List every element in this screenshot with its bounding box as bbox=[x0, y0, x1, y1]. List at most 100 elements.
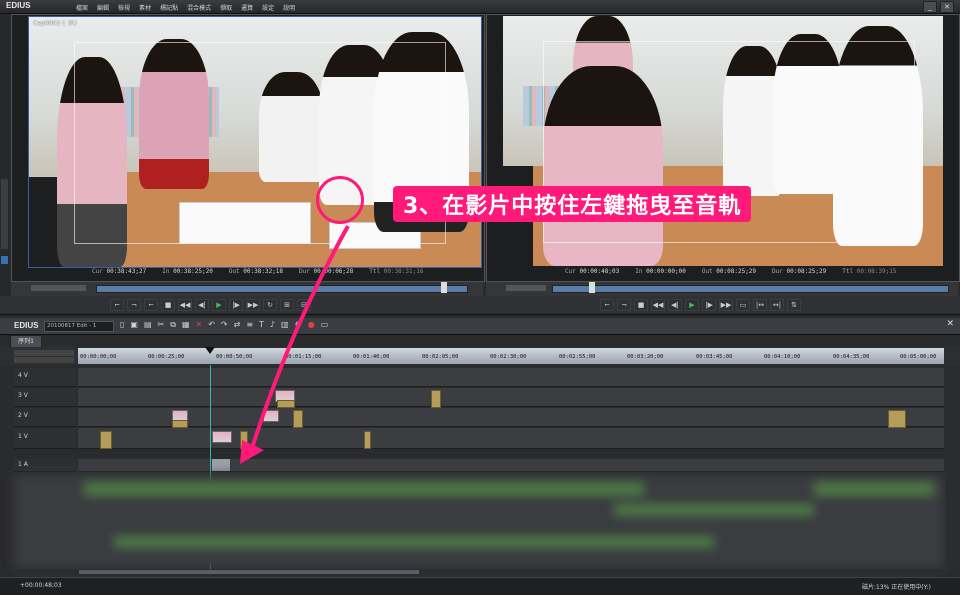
zoom-slider[interactable] bbox=[14, 350, 74, 356]
ruler-tick: 00:03:45;00 bbox=[696, 354, 733, 360]
track-3v[interactable] bbox=[78, 388, 944, 407]
drag-arrow bbox=[240, 225, 350, 464]
clip[interactable] bbox=[888, 410, 906, 428]
menu-item-clip[interactable]: 素材 bbox=[139, 3, 151, 12]
clip-thumbnail-dragged[interactable] bbox=[212, 431, 232, 443]
recorder-screen[interactable] bbox=[503, 16, 943, 266]
rec-step-forward-icon[interactable]: |▶ bbox=[702, 299, 716, 311]
rec-rewind-icon[interactable]: ◀◀ bbox=[651, 299, 665, 311]
rec-set-in-icon[interactable]: ⌐ bbox=[600, 299, 614, 311]
save-icon[interactable]: ▤ bbox=[144, 320, 152, 330]
cut-icon[interactable]: ✂ bbox=[158, 320, 165, 330]
open-icon[interactable]: ▣ bbox=[130, 320, 138, 330]
delete-icon[interactable]: ✕ bbox=[196, 320, 203, 330]
audio-drop-target[interactable] bbox=[212, 459, 230, 471]
rec-fast-forward-icon[interactable]: ▶▶ bbox=[719, 299, 733, 311]
menu-item-file[interactable]: 檔案 bbox=[76, 3, 88, 12]
status-bar: +00:00:48;03 磁片:13% 正在使用中(Y:) bbox=[0, 577, 960, 595]
status-disk: 磁片:13% 正在使用中(Y:) bbox=[862, 584, 931, 591]
panel-scroll[interactable] bbox=[1, 179, 8, 249]
tutorial-caption: 3、在影片中按住左鍵拖曳至音軌 bbox=[393, 186, 752, 222]
recorder-transport: ⌐ ¬ ■ ◀◀ ◀| ▶ |▶ ▶▶ ▭ |↔ ↔| ⇅ bbox=[600, 299, 801, 311]
rec-play-icon[interactable]: ▶ bbox=[685, 299, 699, 311]
rec-trim-2-icon[interactable]: ↔| bbox=[770, 299, 784, 311]
timeline-title-bar: EDIUS 20100817 Edit - 1 ▯ ▣ ▤ ✂ ⧉ ▦ ✕ ↶ … bbox=[0, 318, 960, 335]
zoom-slider-2[interactable] bbox=[14, 357, 74, 363]
menu-bar: EDIUS 檔案 編輯 檢視 素材 標記點 混合模式 擷取 遷算 設定 說明 _… bbox=[0, 0, 960, 14]
blurred-clip bbox=[614, 504, 814, 516]
set-out-2-icon[interactable]: ⌐ bbox=[144, 299, 158, 311]
rec-stop-icon[interactable]: ■ bbox=[634, 299, 648, 311]
clip[interactable] bbox=[431, 390, 441, 408]
menu-item-edit[interactable]: 編輯 bbox=[97, 3, 109, 12]
track-header-1a[interactable]: 1 A bbox=[14, 459, 76, 472]
track-1a[interactable] bbox=[78, 459, 944, 472]
new-sequence-icon[interactable]: ▯ bbox=[120, 320, 124, 330]
player-jog[interactable] bbox=[31, 285, 86, 291]
track-2v[interactable] bbox=[78, 408, 944, 427]
clip[interactable] bbox=[364, 431, 371, 449]
menu-item-view[interactable]: 檢視 bbox=[118, 3, 130, 12]
stop-icon[interactable]: ■ bbox=[161, 299, 175, 311]
recorder-jog[interactable] bbox=[506, 285, 546, 291]
track-1v[interactable] bbox=[78, 428, 944, 449]
ruler-tick: 00:00:00;00 bbox=[80, 354, 117, 360]
paste-icon[interactable]: ▦ bbox=[182, 320, 190, 330]
set-out-icon[interactable]: ¬ bbox=[127, 299, 141, 311]
menu-item-capture[interactable]: 擷取 bbox=[220, 3, 232, 12]
hscroll-thumb[interactable] bbox=[79, 570, 419, 574]
rec-trim-icon[interactable]: |↔ bbox=[753, 299, 767, 311]
recorder-cur: 00:00:48;03 bbox=[579, 268, 620, 275]
ruler-tick: 00:03:20;00 bbox=[627, 354, 664, 360]
status-timecode: +00:00:48;03 bbox=[20, 582, 62, 589]
close-icon[interactable]: ✕ bbox=[940, 1, 954, 13]
track-header-3v[interactable]: 3 V bbox=[14, 388, 76, 407]
timeline-ruler-row: 00:00:00;00 00:00:25;00 00:00:50;00 00:0… bbox=[0, 347, 960, 365]
window-controls: _ ✕ bbox=[923, 1, 954, 13]
playhead-marker[interactable] bbox=[205, 347, 215, 354]
copy-icon[interactable]: ⧉ bbox=[170, 320, 176, 330]
track-4v[interactable] bbox=[78, 368, 944, 387]
drag-point-circle bbox=[316, 176, 364, 224]
timeline-hscroll[interactable] bbox=[14, 569, 944, 575]
clip[interactable] bbox=[100, 431, 112, 449]
menu-item-render[interactable]: 遷算 bbox=[241, 3, 253, 12]
menu-item-help[interactable]: 說明 bbox=[283, 3, 295, 12]
track-header-1v[interactable]: 1 V bbox=[14, 428, 76, 449]
menu-item-settings[interactable]: 設定 bbox=[262, 3, 274, 12]
recorder-out: 00:08:25;29 bbox=[716, 268, 757, 275]
ruler-tick: 00:00:25;00 bbox=[148, 354, 185, 360]
track-header-4v[interactable]: 4 V bbox=[14, 368, 76, 387]
app-logo: EDIUS bbox=[6, 1, 31, 10]
blurred-tracks bbox=[14, 474, 944, 569]
timeline-close-icon[interactable]: ✕ bbox=[946, 319, 954, 329]
menu-item-marker[interactable]: 標記點 bbox=[160, 3, 178, 12]
recorder-scrub-bar bbox=[486, 281, 958, 297]
left-panel-edge bbox=[0, 14, 10, 314]
rec-set-out-icon[interactable]: ¬ bbox=[617, 299, 631, 311]
rewind-icon[interactable]: ◀◀ bbox=[178, 299, 192, 311]
player-cur: 00:38:43;27 bbox=[106, 268, 147, 275]
menu-item-mode[interactable]: 混合模式 bbox=[187, 3, 211, 12]
track-divider bbox=[78, 449, 944, 457]
timeline-vscroll[interactable] bbox=[946, 368, 956, 568]
recorder-slider-handle[interactable] bbox=[589, 282, 595, 293]
rec-step-back-icon[interactable]: ◀| bbox=[668, 299, 682, 311]
clip[interactable] bbox=[172, 420, 188, 428]
minimize-icon[interactable]: _ bbox=[923, 1, 937, 13]
safe-area-frame bbox=[74, 42, 446, 244]
rec-split-icon[interactable]: ⇅ bbox=[787, 299, 801, 311]
recorder-position-slider[interactable] bbox=[552, 285, 949, 293]
player-in: 00:38:25;20 bbox=[173, 268, 213, 275]
step-back-icon[interactable]: ◀| bbox=[195, 299, 209, 311]
track-header-2v[interactable]: 2 V bbox=[14, 408, 76, 427]
set-in-icon[interactable]: ⌐ bbox=[110, 299, 124, 311]
main-menu: 檔案 編輯 檢視 素材 標記點 混合模式 擷取 遷算 設定 說明 bbox=[76, 3, 295, 12]
undo-icon[interactable]: ↶ bbox=[208, 320, 215, 330]
project-name[interactable]: 20100817 Edit - 1 bbox=[44, 321, 114, 332]
play-icon[interactable]: ▶ bbox=[212, 299, 226, 311]
ruler-tick: 00:02:55;00 bbox=[559, 354, 596, 360]
redo-icon[interactable]: ↷ bbox=[221, 320, 228, 330]
player-slider-handle[interactable] bbox=[441, 282, 447, 293]
rec-monitor-icon[interactable]: ▭ bbox=[736, 299, 750, 311]
